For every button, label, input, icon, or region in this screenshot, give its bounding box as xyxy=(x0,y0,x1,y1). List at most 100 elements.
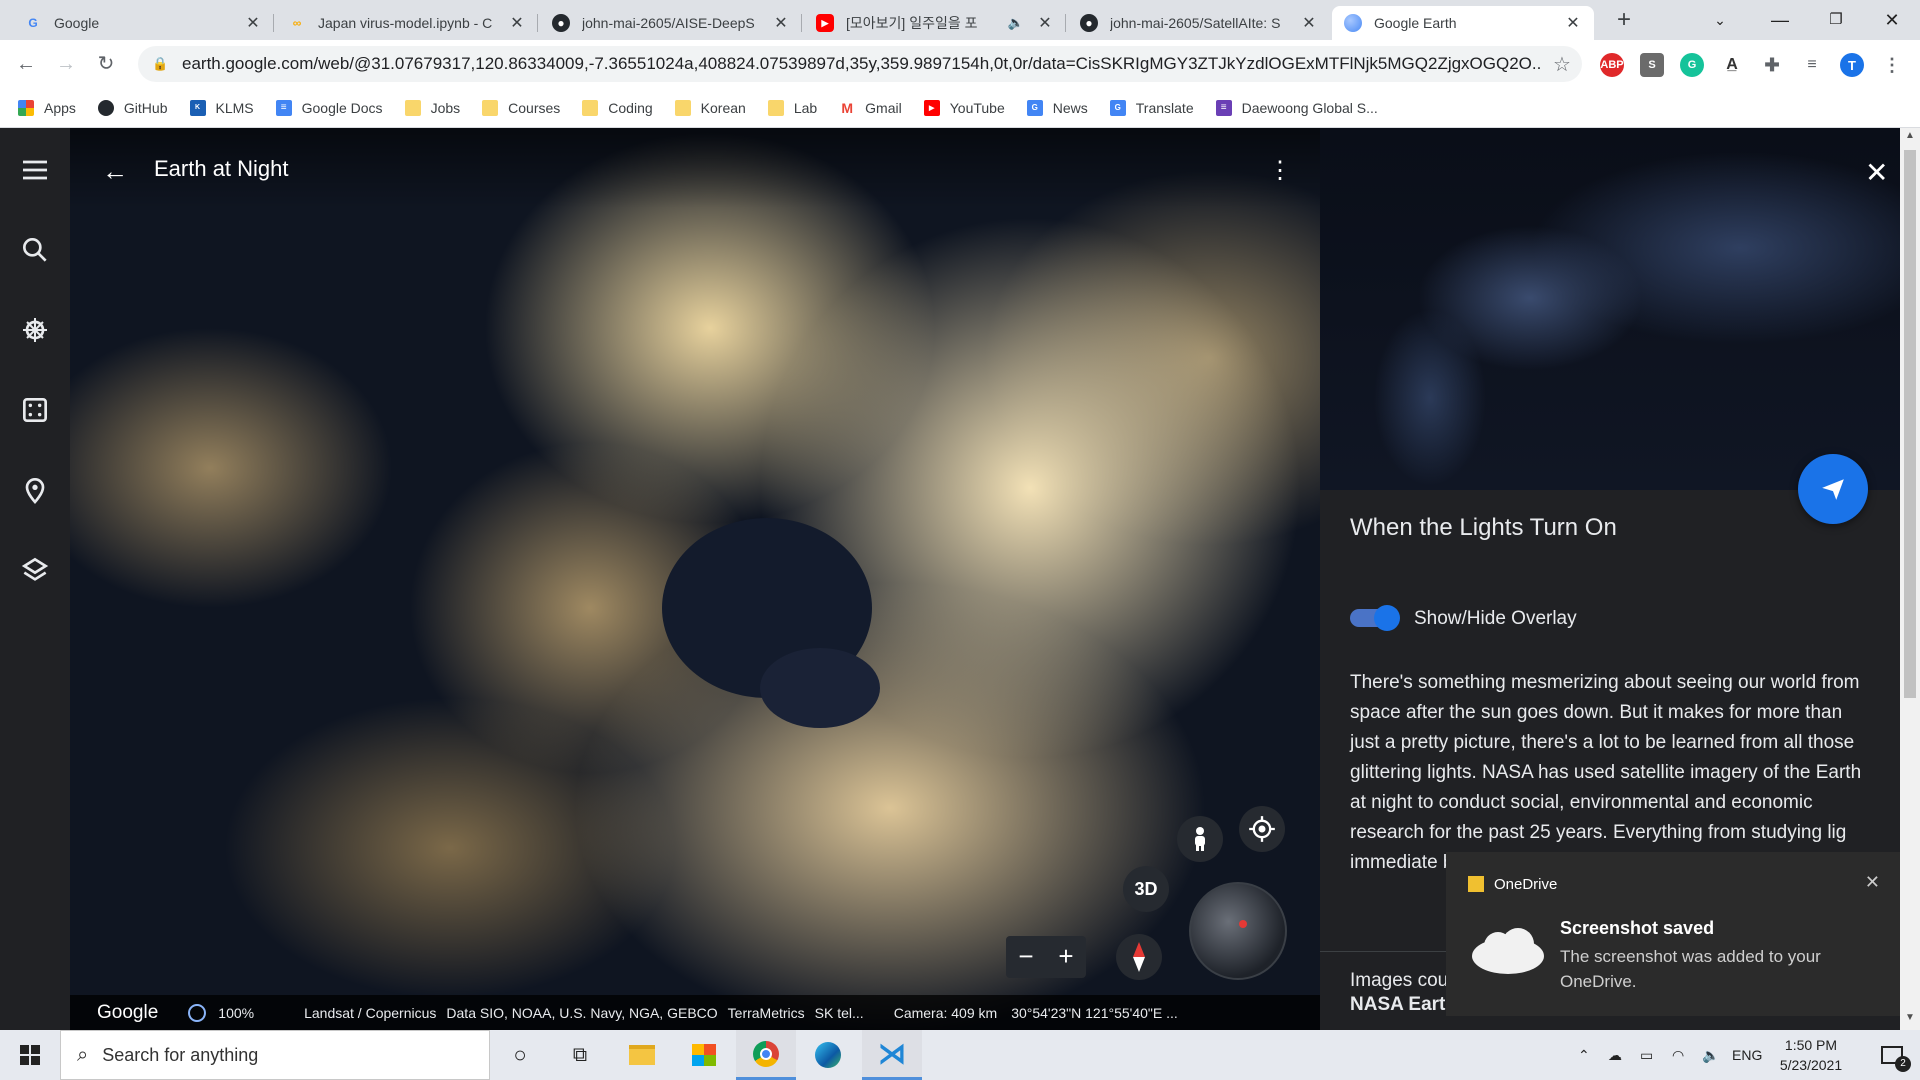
onedrive-app-icon xyxy=(1468,876,1484,892)
restore-button[interactable]: ❐ xyxy=(1808,0,1864,40)
tab-google-earth[interactable]: Google Earth ✕ xyxy=(1332,6,1594,40)
more-options-icon[interactable]: ⋮ xyxy=(1268,156,1292,185)
chrome-taskbar-icon[interactable] xyxy=(736,1030,796,1080)
bookmark-jobs[interactable]: Jobs xyxy=(404,99,460,116)
data-attribution[interactable]: Data SIO, NOAA, U.S. Navy, NGA, GEBCO xyxy=(446,1005,717,1021)
vscode-icon[interactable]: ⋊ xyxy=(862,1030,922,1080)
speaker-icon[interactable]: 🔈 xyxy=(1008,15,1024,31)
bookmark-coding[interactable]: Coding xyxy=(582,99,653,116)
bookmark-daewoong[interactable]: ≡ Daewoong Global S... xyxy=(1215,99,1378,116)
tab-google[interactable]: G Google ✕ xyxy=(12,6,274,40)
minimap-globe[interactable] xyxy=(1189,882,1287,980)
address-bar[interactable]: 🔒 earth.google.com/web/@31.07679317,120.… xyxy=(138,46,1582,82)
close-panel-icon[interactable]: ✕ xyxy=(1865,156,1888,189)
image-credits-source[interactable]: NASA Eart xyxy=(1350,994,1445,1016)
image-credits-label: Images cou xyxy=(1350,970,1449,991)
colab-icon: ∞ xyxy=(292,16,302,30)
sk-attribution[interactable]: SK tel... xyxy=(815,1005,864,1021)
back-button[interactable]: ← xyxy=(12,50,40,78)
onedrive-tray-icon[interactable]: ☁ xyxy=(1608,1030,1622,1080)
tab-github-satellaite[interactable]: ● john-mai-2605/SatellAIte: S ✕ xyxy=(1068,6,1330,40)
voyager-icon[interactable] xyxy=(19,314,51,346)
adblock-extension-icon[interactable]: ABP xyxy=(1600,53,1624,77)
zoom-in-button[interactable]: + xyxy=(1046,936,1086,978)
minimize-button[interactable]: — xyxy=(1752,0,1808,40)
close-tab-icon[interactable]: ✕ xyxy=(1564,13,1582,33)
notification-center-icon[interactable]: 2 xyxy=(1872,1030,1912,1080)
close-tab-icon[interactable]: ✕ xyxy=(1036,13,1054,33)
compass-icon[interactable] xyxy=(1116,934,1162,980)
imagery-attribution[interactable]: Landsat / Copernicus xyxy=(304,1005,436,1021)
close-window-button[interactable]: ✕ xyxy=(1864,0,1920,40)
bookmark-lab[interactable]: Lab xyxy=(767,99,817,116)
url-text[interactable]: earth.google.com/web/@31.07679317,120.86… xyxy=(182,54,1542,74)
terrametrics-attribution[interactable]: TerraMetrics xyxy=(728,1005,805,1021)
pegman-icon[interactable] xyxy=(1177,816,1223,862)
dismiss-notification-icon[interactable]: ✕ xyxy=(1865,872,1880,893)
tab-youtube[interactable]: ▶ [모아보기] 일주일을 포 🔈 ✕ xyxy=(804,6,1066,40)
loading-ring-icon xyxy=(188,1003,207,1022)
back-arrow-icon[interactable]: ← xyxy=(102,156,128,187)
reading-list-icon[interactable]: ≡ xyxy=(1800,53,1824,77)
tab-colab[interactable]: ∞ Japan virus-model.ipynb - C ✕ xyxy=(276,6,538,40)
github-icon: ● xyxy=(552,14,570,32)
overlay-toggle[interactable] xyxy=(1350,605,1400,631)
close-tab-icon[interactable]: ✕ xyxy=(244,13,262,33)
battery-icon[interactable]: ▭ xyxy=(1640,1030,1653,1080)
lock-icon[interactable]: 🔒 xyxy=(152,56,168,72)
bookmark-apps[interactable]: Apps xyxy=(18,99,76,116)
feeling-lucky-dice-icon[interactable] xyxy=(19,394,51,426)
tab-github-aise[interactable]: ● john-mai-2605/AISE-DeepS ✕ xyxy=(540,6,802,40)
search-icon[interactable] xyxy=(19,234,51,266)
taskbar-search-input[interactable]: ⌕ Search for anything xyxy=(60,1030,490,1080)
bookmark-news[interactable]: G News xyxy=(1026,99,1088,116)
system-clock[interactable]: 1:50 PM 5/23/2021 xyxy=(1766,1035,1856,1075)
bookmark-translate[interactable]: G Translate xyxy=(1109,99,1194,116)
page-scrollbar[interactable]: ▲ ▼ xyxy=(1900,128,1920,1030)
close-tab-icon[interactable]: ✕ xyxy=(772,13,790,33)
wifi-icon[interactable]: ◠ xyxy=(1672,1030,1684,1080)
bookmark-github[interactable]: GitHub xyxy=(97,99,168,116)
close-tab-icon[interactable]: ✕ xyxy=(508,13,526,33)
youtube-icon: ▶ xyxy=(816,14,834,32)
input-language[interactable]: ENG xyxy=(1732,1030,1762,1080)
bookmark-star-icon[interactable]: ☆ xyxy=(1542,52,1582,77)
bookmark-klms[interactable]: K KLMS xyxy=(189,99,254,116)
onedrive-notification[interactable]: OneDrive ✕ Screenshot saved The screensh… xyxy=(1446,852,1900,1016)
fly-to-button[interactable] xyxy=(1798,454,1868,524)
cortana-icon[interactable]: ○ xyxy=(490,1030,550,1080)
task-view-icon[interactable]: ⧉ xyxy=(550,1030,610,1080)
bookmark-youtube[interactable]: ▶ YouTube xyxy=(923,99,1005,116)
bookmark-korean[interactable]: Korean xyxy=(674,99,746,116)
chrome-menu-icon[interactable]: ⋮ xyxy=(1880,53,1904,77)
start-button[interactable] xyxy=(0,1030,60,1080)
projects-pin-icon[interactable] xyxy=(19,474,51,506)
extensions-puzzle-icon[interactable]: ✚ xyxy=(1760,53,1784,77)
show-hidden-icons[interactable]: ⌃ xyxy=(1578,1030,1590,1080)
bookmark-gmail[interactable]: M Gmail xyxy=(839,100,901,116)
zoom-out-button[interactable]: − xyxy=(1006,936,1046,978)
spellcheck-extension-icon[interactable]: A̲ xyxy=(1720,53,1744,77)
profile-avatar[interactable]: T xyxy=(1840,53,1864,77)
edge-icon[interactable] xyxy=(798,1030,858,1080)
bookmark-courses[interactable]: Courses xyxy=(482,99,560,116)
github-icon xyxy=(97,99,114,116)
three-d-toggle-button[interactable]: 3D xyxy=(1123,866,1169,912)
bookmark-google-docs[interactable]: ≡ Google Docs xyxy=(275,99,383,116)
s-extension-icon[interactable]: S xyxy=(1640,53,1664,77)
reload-button[interactable]: ↻ xyxy=(92,50,120,78)
map-style-layers-icon[interactable] xyxy=(19,554,51,586)
my-location-icon[interactable] xyxy=(1239,806,1285,852)
grammarly-extension-icon[interactable]: G xyxy=(1680,53,1704,77)
tab-search-icon[interactable]: ⌄ xyxy=(1692,0,1748,40)
forward-button[interactable]: → xyxy=(52,50,80,78)
volume-icon[interactable]: 🔈 xyxy=(1702,1030,1719,1080)
scrollbar-thumb[interactable] xyxy=(1904,150,1916,698)
new-tab-button[interactable]: + xyxy=(1610,6,1638,34)
microsoft-store-icon[interactable] xyxy=(674,1030,734,1080)
menu-icon[interactable] xyxy=(19,154,51,186)
map-viewport[interactable]: ← Earth at Night ⋮ 3D − + Google 100% La… xyxy=(70,128,1320,1030)
apps-grid-icon xyxy=(18,99,34,116)
file-explorer-icon[interactable] xyxy=(612,1030,672,1080)
close-tab-icon[interactable]: ✕ xyxy=(1300,13,1318,33)
